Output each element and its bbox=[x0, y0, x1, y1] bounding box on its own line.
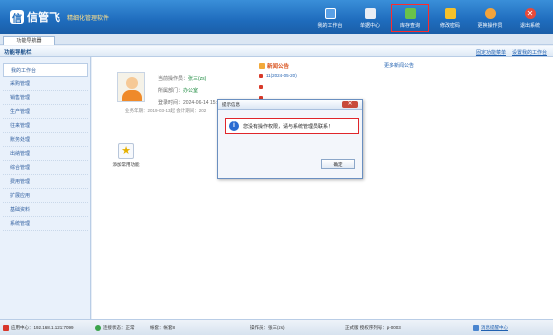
dialog-message-box: i 您没有操作权限，请与系统管理员联系！ bbox=[225, 118, 359, 134]
dept-value: 办公室 bbox=[183, 88, 199, 94]
nav-header: 功能导航栏 固定功能菜单 设置我的工作台 bbox=[0, 46, 553, 57]
brand-subtitle: 精细化管理软件 bbox=[67, 15, 110, 22]
toolbar-button-documents[interactable]: 单据中心 bbox=[351, 4, 389, 32]
account-set: 帐套：帐套8 bbox=[150, 325, 176, 330]
sidebar-item-expense[interactable]: 费用管理 bbox=[3, 175, 88, 189]
sidebar-item-purchase[interactable]: 采购管理 bbox=[3, 77, 88, 91]
add-favorite-label: 添加常用功能 bbox=[112, 162, 140, 167]
toolbar-label: 库存查询 bbox=[399, 22, 420, 29]
news-item[interactable]: 11(2024-05-20) bbox=[259, 70, 539, 81]
add-favorite-function[interactable]: ★ 添加常用功能 bbox=[106, 143, 146, 168]
avatar bbox=[117, 72, 145, 102]
monitor-icon bbox=[324, 7, 336, 19]
toolbar-button-switch-user[interactable]: 更换操作员 bbox=[471, 4, 509, 32]
nav-links: 固定功能菜单 设置我的工作台 bbox=[476, 49, 547, 56]
connection-status: 连接状态：正常 bbox=[95, 325, 135, 331]
permission-dialog: 提示信息 ✕ i 您没有操作权限，请与系统管理员联系！ 确定 bbox=[217, 99, 363, 179]
news-icon bbox=[259, 63, 265, 69]
main-toolbar: 我的工作台 单据中心 库存查询 修改密码 更换操作员 ✕ 退出系统 bbox=[311, 4, 549, 32]
tab-strip: 功能导航器 bbox=[0, 34, 553, 45]
news-item[interactable] bbox=[259, 81, 539, 92]
news-bullet-icon bbox=[259, 73, 263, 78]
fix-menu-link[interactable]: 固定功能菜单 bbox=[476, 49, 506, 56]
dept-label: 所属部门： bbox=[158, 88, 184, 94]
sidebar-item-ledger[interactable]: 账务处理 bbox=[3, 133, 88, 147]
set-workbench-link[interactable]: 设置我的工作台 bbox=[512, 49, 547, 56]
toolbar-label: 我的工作台 bbox=[317, 22, 343, 29]
conn-text: 连接状态：正常 bbox=[103, 325, 135, 331]
document-icon bbox=[364, 7, 376, 19]
toolbar-label: 退出系统 bbox=[519, 22, 540, 29]
sidebar-item-general[interactable]: 综合管理 bbox=[3, 161, 88, 175]
sidebar-item-sales[interactable]: 销售管理 bbox=[3, 91, 88, 105]
server-text: 应用中心：192.168.1.121:7099 bbox=[11, 325, 74, 331]
lock-icon bbox=[444, 7, 456, 19]
star-add-icon: ★ bbox=[118, 143, 134, 159]
sidebar-item-extensions[interactable]: 扩展应用 bbox=[3, 189, 88, 203]
dialog-header: 提示信息 ✕ bbox=[218, 100, 362, 110]
logo-mark-icon: 信 bbox=[10, 10, 24, 25]
sidebar: 我的工作台 采购管理 销售管理 生产管理 往来管理 账务处理 出纳管理 综合管理… bbox=[0, 57, 91, 319]
toolbar-button-workbench[interactable]: 我的工作台 bbox=[311, 4, 349, 32]
dept-line: 所属部门：办公室 bbox=[158, 87, 198, 94]
main-panel: 当前操作员：张三(zs) 所属部门：办公室 登录时间：2024-06-14 15… bbox=[92, 57, 553, 319]
sidebar-item-basic-data[interactable]: 基础资料 bbox=[3, 203, 88, 217]
news-title-text: 新闻公告 bbox=[267, 64, 290, 70]
info-icon: i bbox=[229, 121, 239, 131]
sidebar-item-accounts[interactable]: 往来管理 bbox=[3, 119, 88, 133]
operator-line: 当前操作员：张三(zs) bbox=[158, 75, 206, 82]
app-center-icon bbox=[3, 325, 9, 331]
toolbar-button-exit[interactable]: ✕ 退出系统 bbox=[511, 4, 549, 32]
operator-label: 当前操作员： bbox=[158, 76, 189, 82]
business-period: 业务年期：2019-03-13起 会计期间：202 bbox=[125, 108, 207, 113]
check-icon bbox=[95, 325, 101, 331]
sidebar-item-workbench[interactable]: 我的工作台 bbox=[3, 63, 88, 77]
status-bar: 应用中心：192.168.1.121:7099 连接状态：正常 帐套：帐套8 操… bbox=[0, 319, 553, 335]
nav-title: 功能导航栏 bbox=[4, 50, 32, 56]
app-logo: 信 信管飞 精细化管理软件 bbox=[10, 9, 109, 25]
more-news-link[interactable]: 更多新闻公告 bbox=[384, 62, 414, 69]
avatar-body bbox=[122, 90, 142, 101]
toolbar-label: 修改密码 bbox=[439, 22, 460, 29]
app-header: 信 信管飞 精细化管理软件 我的工作台 单据中心 库存查询 修改密码 更换操作员… bbox=[0, 0, 553, 34]
search-doc-icon bbox=[404, 7, 416, 19]
version-info: 正式版 授权序列号：p-0003 bbox=[345, 325, 401, 330]
tab-navigator[interactable]: 功能导航器 bbox=[3, 36, 55, 45]
user-switch-icon bbox=[484, 7, 496, 19]
toolbar-button-password[interactable]: 修改密码 bbox=[431, 4, 469, 32]
message-center-text: 消息提醒中心 bbox=[481, 325, 508, 331]
mail-icon bbox=[473, 325, 479, 331]
exit-icon: ✕ bbox=[524, 7, 536, 19]
login-label: 登录时间： bbox=[158, 100, 184, 106]
login-line: 登录时间：2024-06-14 15:21 bbox=[158, 99, 223, 106]
sidebar-item-system[interactable]: 系统管理 bbox=[3, 217, 88, 231]
operator-value: 张三(zs) bbox=[188, 76, 207, 82]
news-item-text: 11(2024-05-20) bbox=[266, 73, 297, 78]
toolbar-label: 更换操作员 bbox=[477, 22, 503, 29]
status-operator: 操作员：张三(zs) bbox=[250, 325, 285, 330]
avatar-face bbox=[126, 77, 138, 89]
ok-button[interactable]: 确定 bbox=[321, 159, 355, 169]
server-status: 应用中心：192.168.1.121:7099 bbox=[3, 325, 74, 331]
toolbar-label: 单据中心 bbox=[359, 22, 380, 29]
dialog-title: 提示信息 bbox=[222, 102, 240, 107]
sidebar-item-production[interactable]: 生产管理 bbox=[3, 105, 88, 119]
message-center[interactable]: 消息提醒中心 bbox=[473, 325, 508, 331]
toolbar-button-inventory[interactable]: 库存查询 bbox=[391, 4, 429, 32]
close-icon[interactable]: ✕ bbox=[342, 101, 358, 108]
sidebar-item-cashier[interactable]: 出纳管理 bbox=[3, 147, 88, 161]
news-bullet-icon bbox=[259, 84, 263, 89]
dialog-message: 您没有操作权限，请与系统管理员联系！ bbox=[243, 123, 334, 130]
brand-name: 信管飞 bbox=[27, 12, 60, 24]
